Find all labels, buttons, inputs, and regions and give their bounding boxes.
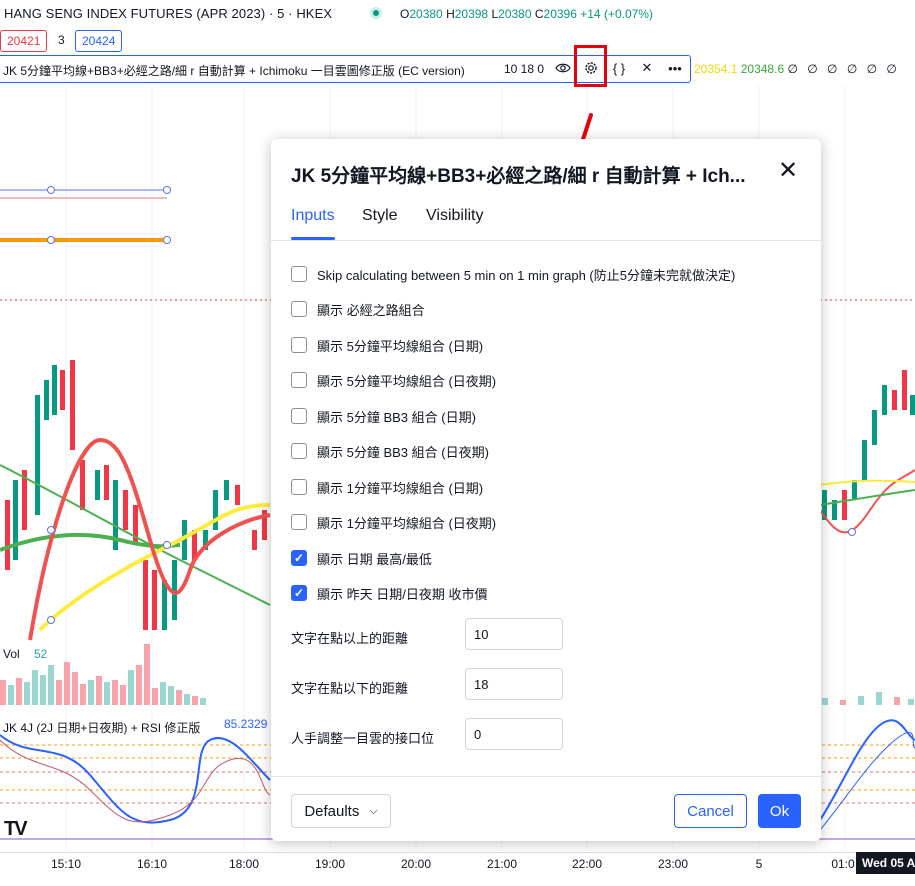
text-offset-above-input[interactable] xyxy=(465,618,563,650)
footer-divider xyxy=(271,776,821,777)
close-icon[interactable]: ✕ xyxy=(636,58,658,78)
field-label: 人手調整一目雲的接口位 xyxy=(291,731,435,746)
time-tick: 18:00 xyxy=(228,857,260,871)
change-value: +14 (+0.07%) xyxy=(580,7,653,21)
rsi-indicator-label[interactable]: JK 4J (2J 日期+日夜期) + RSI 修正版 xyxy=(3,719,200,736)
checkbox[interactable] xyxy=(291,337,307,353)
current-time-label: Wed 05 Ap xyxy=(856,852,915,874)
checkbox-checked[interactable]: ✓ xyxy=(291,550,307,566)
time-tick: 22:00 xyxy=(571,857,603,871)
spread-value: 3 xyxy=(58,33,65,47)
more-icon[interactable]: ••• xyxy=(664,58,686,78)
tab-inputs[interactable]: Inputs xyxy=(291,207,335,225)
option-row[interactable]: 顯示 1分鐘平均線組合 (日夜期) xyxy=(291,512,496,532)
option-label: 顯示 必經之路組合 xyxy=(317,302,425,318)
option-label: 顯示 5分鐘 BB3 組合 (日期) xyxy=(317,409,476,425)
option-label: 顯示 日期 最高/最低 xyxy=(317,551,432,567)
checkbox[interactable] xyxy=(291,301,307,317)
option-label: 顯示 5分鐘平均線組合 (日期) xyxy=(317,338,484,354)
time-tick: 5 xyxy=(755,857,763,871)
source-code-icon[interactable]: { } xyxy=(608,58,630,78)
time-tick: 15:10 xyxy=(50,857,82,871)
sell-button[interactable]: 20421 xyxy=(0,30,48,52)
close-value: 20396 xyxy=(543,7,577,21)
checkbox[interactable] xyxy=(291,372,307,388)
open-value: 20380 xyxy=(409,7,443,21)
chevron-down-icon: ⌵ xyxy=(369,804,378,817)
indicator-value-1: 20354.1 xyxy=(694,62,738,76)
time-tick: 19:00 xyxy=(314,857,346,871)
option-row[interactable]: Skip calculating between 5 min on 1 min … xyxy=(291,264,735,284)
ichimoku-offset-input[interactable] xyxy=(465,718,563,750)
eye-icon[interactable] xyxy=(552,58,574,78)
close-icon[interactable]: ✕ xyxy=(775,159,801,185)
tradingview-logo-icon[interactable]: TV xyxy=(4,818,28,841)
option-row[interactable]: 顯示 5分鐘 BB3 組合 (日夜期) xyxy=(291,441,489,461)
option-label: 顯示 昨天 日期/日夜期 收市價 xyxy=(317,586,488,602)
rsi-value: 85.2329 xyxy=(224,717,268,731)
market-status-icon xyxy=(370,7,382,19)
option-row[interactable]: 顯示 5分鐘平均線組合 (日夜期) xyxy=(291,370,496,390)
time-tick: 20:00 xyxy=(400,857,432,871)
option-label: 顯示 1分鐘平均線組合 (日夜期) xyxy=(317,515,497,531)
checkbox[interactable] xyxy=(291,514,307,530)
checkbox[interactable] xyxy=(291,443,307,459)
option-row[interactable]: 顯示 1分鐘平均線組合 (日期) xyxy=(291,477,483,497)
indicator-name[interactable]: JK 5分鐘平均線+BB3+必經之路/細 r 自動計算 + Ichimoku 一… xyxy=(3,62,465,79)
low-value: 20380 xyxy=(498,7,532,21)
dialog-title: JK 5分鐘平均線+BB3+必經之路/細 r 自動計算 + Ich... xyxy=(291,166,746,187)
tab-visibility[interactable]: Visibility xyxy=(426,207,484,225)
indicator-settings-dialog: JK 5分鐘平均線+BB3+必經之路/細 r 自動計算 + Ich... ✕ I… xyxy=(271,139,821,841)
option-label: Skip calculating between 5 min on 1 min … xyxy=(317,267,736,283)
indicator-values: 20354.1 20348.6 ∅ ∅ ∅ ∅ ∅ ∅ xyxy=(694,62,900,76)
tab-style[interactable]: Style xyxy=(362,207,398,225)
close-key: C xyxy=(534,7,544,21)
field-label: 文字在點以上的距離 xyxy=(291,631,409,646)
checkbox[interactable] xyxy=(291,408,307,424)
buy-button[interactable]: 20424 xyxy=(75,30,123,52)
tab-divider xyxy=(271,240,821,241)
checkbox[interactable] xyxy=(291,266,307,282)
option-label: 顯示 1分鐘平均線組合 (日期) xyxy=(317,480,484,496)
symbol-title[interactable]: HANG SENG INDEX FUTURES (APR 2023) · 5 ·… xyxy=(4,6,332,21)
option-row[interactable]: 顯示 必經之路組合 xyxy=(291,299,425,319)
cancel-button[interactable]: Cancel xyxy=(674,794,747,828)
time-tick: 16:10 xyxy=(136,857,168,871)
checkbox-checked[interactable]: ✓ xyxy=(291,585,307,601)
ok-button[interactable]: Ok xyxy=(758,794,801,828)
option-label: 顯示 5分鐘平均線組合 (日夜期) xyxy=(317,373,497,389)
defaults-label: Defaults xyxy=(304,802,360,820)
checkbox[interactable] xyxy=(291,479,307,495)
volume-label[interactable]: Vol xyxy=(3,647,20,661)
field-label: 文字在點以下的距離 xyxy=(291,681,409,696)
option-row[interactable]: ✓ 顯示 昨天 日期/日夜期 收市價 xyxy=(291,583,487,603)
high-value: 20398 xyxy=(454,7,489,21)
time-tick: 01:0 xyxy=(831,857,855,871)
defaults-dropdown[interactable]: Defaults ⌵ xyxy=(291,794,391,828)
option-row[interactable]: 顯示 5分鐘平均線組合 (日期) xyxy=(291,335,483,355)
option-row[interactable]: 顯示 5分鐘 BB3 組合 (日期) xyxy=(291,406,476,426)
high-key: H xyxy=(446,7,455,21)
time-tick: 23:00 xyxy=(657,857,689,871)
indicator-value-2: 20348.6 xyxy=(740,62,785,76)
annotation-highlight-box xyxy=(574,45,607,87)
ohlc-readout: O20380 H20398 L20380 C20396 +14 (+0.07%) xyxy=(400,7,653,21)
indicator-params: 10 18 0 xyxy=(504,62,545,76)
text-offset-below-input[interactable] xyxy=(465,668,563,700)
volume-value: 52 xyxy=(34,647,48,661)
time-tick: 21:00 xyxy=(486,857,518,871)
option-row[interactable]: ✓ 顯示 日期 最高/最低 xyxy=(291,548,432,568)
option-label: 顯示 5分鐘 BB3 組合 (日夜期) xyxy=(317,444,489,460)
open-key: O xyxy=(400,7,410,21)
indicator-empty-values: ∅ ∅ ∅ ∅ ∅ ∅ xyxy=(787,62,900,76)
